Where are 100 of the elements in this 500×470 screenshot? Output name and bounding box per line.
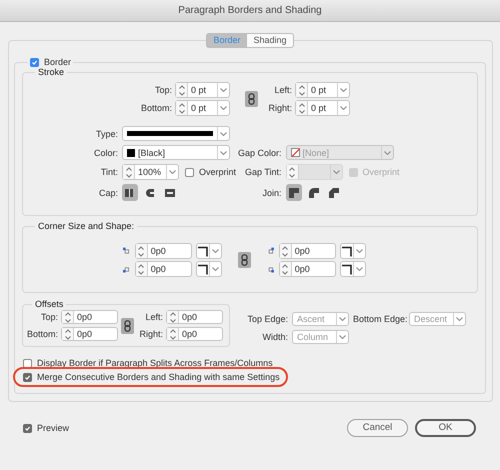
field-label: Tint: <box>100 167 118 177</box>
cap-style-button[interactable] <box>122 184 138 201</box>
field-label: Join: <box>262 188 282 198</box>
link-button[interactable] <box>238 252 251 268</box>
field-label: Cap: <box>98 188 118 198</box>
group-title: Offsets <box>35 299 64 309</box>
field-label: Top Edge: <box>246 314 288 324</box>
corner-icon <box>123 246 131 256</box>
stepper-icon <box>64 312 70 322</box>
round-cap-icon <box>144 186 156 198</box>
chevron-icon <box>220 106 227 110</box>
link-button[interactable] <box>245 91 258 107</box>
number-field[interactable]: 0p0 <box>166 327 223 341</box>
number-field[interactable]: 0p0 <box>134 261 192 277</box>
field-label: Right: <box>267 103 292 113</box>
chevron-icon <box>169 170 176 174</box>
corner-shape-dropdown[interactable] <box>340 243 366 259</box>
corner-shape-dropdown[interactable] <box>196 243 222 259</box>
stepper-icon <box>170 328 176 340</box>
field-label: Bottom: <box>140 103 172 113</box>
number-field[interactable]: 0p0 <box>134 243 192 259</box>
stepper-icon <box>64 328 70 340</box>
chevron-icon <box>212 267 219 271</box>
butt-cap-icon <box>124 186 136 198</box>
number-field[interactable]: 0p0 <box>61 327 118 341</box>
corner-shape-icon <box>340 246 353 256</box>
number-field[interactable]: 0 pt <box>175 100 230 116</box>
number-field[interactable]: 0 pt <box>295 100 350 116</box>
chevron-icon <box>212 249 219 253</box>
field-label: Top: <box>154 85 172 95</box>
corner-shape-dropdown[interactable] <box>340 261 366 277</box>
number-field[interactable]: 100% <box>122 164 179 180</box>
checkbox[interactable] <box>30 58 39 66</box>
corner-icon <box>267 264 275 274</box>
corner-shape-icon <box>196 246 209 256</box>
link-button[interactable] <box>121 318 134 334</box>
bevel-join-icon <box>328 186 340 198</box>
stepper-icon <box>178 84 184 96</box>
chevron-icon <box>356 267 363 271</box>
number-field[interactable]: 0p0 <box>278 261 336 277</box>
chevron-icon <box>340 106 347 110</box>
stepper-icon <box>298 102 304 114</box>
checkbox[interactable] <box>23 424 32 432</box>
chain-icon <box>241 254 248 266</box>
corner-shape-icon <box>196 264 209 274</box>
stepper-icon <box>170 312 176 322</box>
chevron-icon <box>220 150 227 154</box>
checkbox[interactable] <box>185 168 194 176</box>
number-field[interactable]: 0p0 <box>166 310 223 324</box>
join-style-button[interactable] <box>286 184 302 201</box>
square-cap-icon <box>164 186 176 198</box>
checkbox-label: Border <box>44 57 72 67</box>
number-field[interactable]: 0p0 <box>61 310 118 324</box>
field-label: Gap Color: <box>238 148 282 158</box>
stepper-icon <box>282 264 288 274</box>
stepper-icon <box>289 166 296 178</box>
stepper-icon <box>138 246 144 256</box>
chevron-icon <box>456 317 463 321</box>
checkbox-label: Overprint <box>362 167 400 177</box>
checkbox[interactable] <box>23 372 32 382</box>
number-field[interactable]: 0p0 <box>278 243 336 259</box>
stepper-icon <box>282 246 288 256</box>
chevron-icon <box>339 335 346 339</box>
tab[interactable]: Shading <box>246 33 294 48</box>
field-label: Right: <box>139 329 163 339</box>
round-join-icon <box>308 186 320 198</box>
window-title: Paragraph Borders and Shading <box>178 5 322 16</box>
group-title: Corner Size and Shape: <box>38 221 134 231</box>
checkbox-label: Preview <box>37 423 70 433</box>
number-field[interactable]: 0 pt <box>175 82 230 98</box>
field-label: Left: <box>273 85 292 95</box>
field-label: Type: <box>94 128 118 138</box>
chevron-icon <box>220 132 227 136</box>
field-label: Gap Tint: <box>244 167 282 177</box>
field-label: Left: <box>144 312 163 322</box>
miter-join-icon <box>288 186 300 198</box>
chain-icon <box>248 93 255 105</box>
field-label: Color: <box>92 148 118 158</box>
chevron-icon <box>220 88 227 92</box>
stroke-type-dropdown[interactable] <box>122 126 230 141</box>
stepper-icon <box>126 166 132 178</box>
checkbox[interactable] <box>23 358 32 368</box>
dialog-button[interactable]: Cancel <box>347 419 408 437</box>
field-label: Width: <box>261 332 288 342</box>
corner-shape-icon <box>340 264 353 274</box>
field-label: Top: <box>40 312 58 322</box>
chevron-icon <box>356 249 363 253</box>
none-swatch-icon <box>290 148 300 157</box>
group-title: Stroke <box>38 67 64 77</box>
color-dropdown[interactable]: [Black] <box>122 145 230 160</box>
checkbox-label: Display Border if Paragraph Splits Across Frames/Columns <box>37 358 273 368</box>
checkbox-label: Overprint <box>199 167 236 177</box>
checkbox-label: Merge Consecutive Borders and Shading with same Settings <box>37 372 280 382</box>
color-swatch <box>127 148 135 156</box>
stepper-icon <box>298 84 304 96</box>
corner-shape-dropdown[interactable] <box>196 261 222 277</box>
number-field[interactable]: 0 pt <box>295 82 350 98</box>
chevron-icon <box>340 88 347 92</box>
dialog-button[interactable]: OK <box>415 419 476 437</box>
chain-icon <box>124 320 131 332</box>
